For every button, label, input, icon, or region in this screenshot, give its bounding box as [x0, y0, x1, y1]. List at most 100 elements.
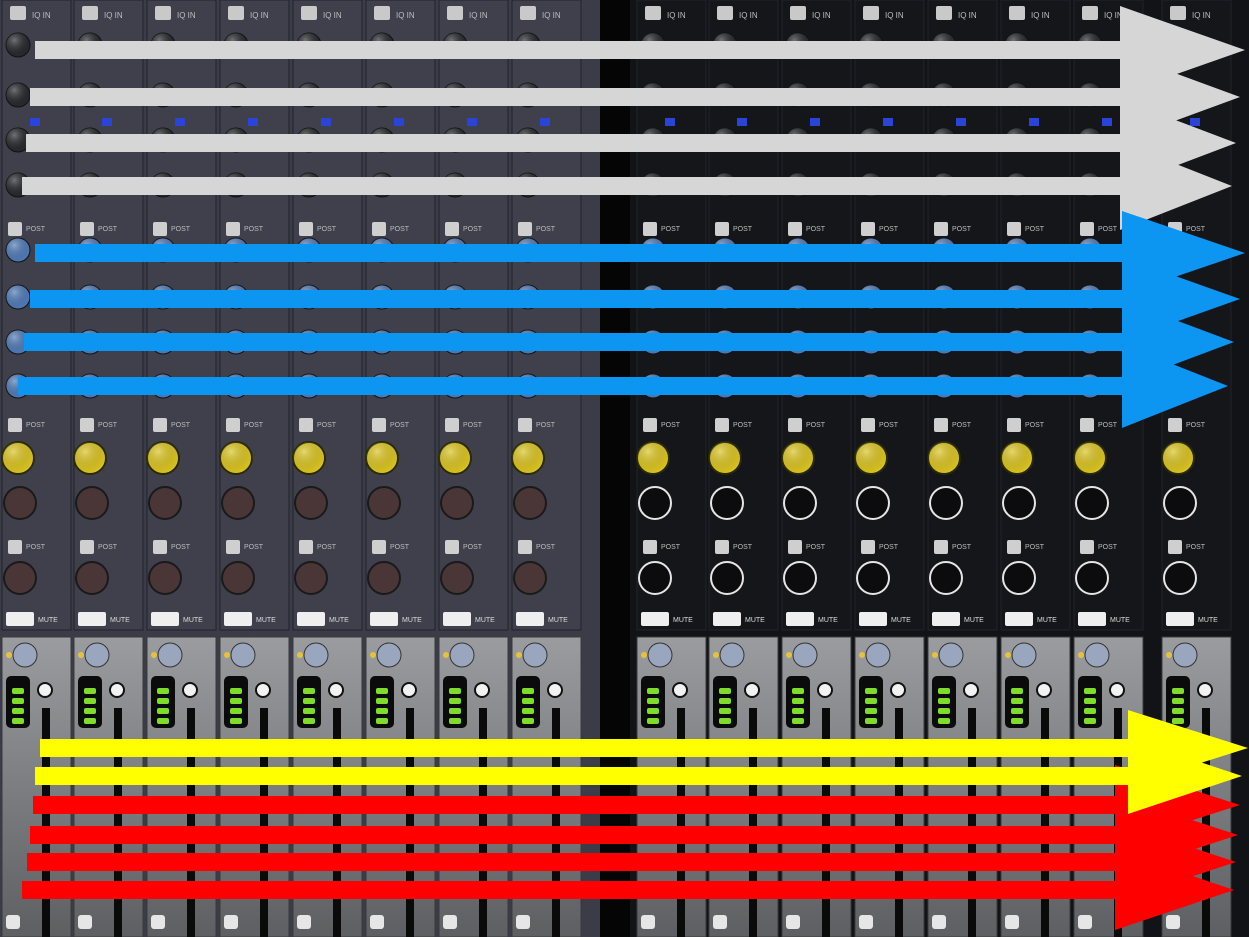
iq-in-button	[1009, 6, 1025, 20]
pre-eq-led	[810, 118, 820, 126]
meter-led	[230, 698, 242, 704]
meter-led	[647, 698, 659, 704]
strip-label: IQ IN	[958, 11, 977, 20]
mute-button	[1005, 612, 1033, 626]
bottom-button	[932, 915, 946, 929]
meter-led	[449, 708, 461, 714]
post-pre-switch	[1007, 540, 1021, 554]
meter-led	[376, 718, 388, 724]
post-pre-switch	[226, 540, 240, 554]
strip-label: IQ IN	[250, 11, 269, 20]
post-label: POST	[733, 226, 753, 233]
strip-label: IQ IN	[1192, 11, 1211, 20]
post-pre-switch	[643, 418, 657, 432]
knob-highlight	[1074, 442, 1106, 474]
pan-knob-2	[294, 561, 328, 595]
post-label: POST	[1025, 544, 1045, 551]
pfl-led	[1078, 652, 1084, 658]
pfl-knob	[938, 642, 964, 668]
knob-highlight	[366, 442, 398, 474]
post-label: POST	[1186, 422, 1206, 429]
knob-highlight	[439, 442, 471, 474]
meter-led	[719, 718, 731, 724]
pfl-led	[932, 652, 938, 658]
meter-led	[719, 698, 731, 704]
post-label: POST	[26, 422, 46, 429]
post-label: POST	[1098, 422, 1118, 429]
meter-led	[938, 708, 950, 714]
meter-led	[157, 698, 169, 704]
post-label: POST	[1098, 226, 1118, 233]
knob-highlight	[6, 238, 30, 262]
pfl-led	[713, 652, 719, 658]
solo-button	[255, 682, 271, 698]
solo-button	[401, 682, 417, 698]
pfl-knob	[1084, 642, 1110, 668]
meter-led	[938, 718, 950, 724]
post-pre-switch	[299, 540, 313, 554]
meter-led	[1011, 698, 1023, 704]
post-label: POST	[26, 226, 46, 233]
mute-button	[1078, 612, 1106, 626]
meter-led	[522, 698, 534, 704]
iq-in-button	[645, 6, 661, 20]
meter-led	[792, 698, 804, 704]
pan-knob	[710, 486, 744, 520]
post-pre-switch	[372, 418, 386, 432]
iq-in-button	[717, 6, 733, 20]
pan-knob	[148, 486, 182, 520]
pfl-knob	[449, 642, 475, 668]
post-pre-switch	[934, 418, 948, 432]
bottom-button	[370, 915, 384, 929]
solo-button	[182, 682, 198, 698]
meter-led	[792, 718, 804, 724]
post-pre-switch	[80, 540, 94, 554]
post-label: POST	[317, 422, 337, 429]
post-pre-switch	[153, 418, 167, 432]
strip-label: IQ IN	[104, 11, 123, 20]
strip-label: IQ IN	[32, 11, 51, 20]
post-label: POST	[733, 544, 753, 551]
pan-knob-2	[783, 561, 817, 595]
meter-led	[1084, 718, 1096, 724]
pfl-led	[786, 652, 792, 658]
post-pre-switch	[934, 222, 948, 236]
iq-in-button	[228, 6, 244, 20]
pre-eq-led	[102, 118, 112, 126]
post-pre-switch	[861, 222, 875, 236]
meter-led	[647, 688, 659, 694]
pre-eq-led	[248, 118, 258, 126]
mute-button	[932, 612, 960, 626]
post-pre-switch	[445, 418, 459, 432]
post-pre-switch	[226, 418, 240, 432]
pan-knob	[1163, 486, 1197, 520]
bottom-button	[1005, 915, 1019, 929]
post-pre-switch	[788, 540, 802, 554]
post-pre-switch	[1080, 222, 1094, 236]
iq-in-button	[301, 6, 317, 20]
post-label: POST	[171, 422, 191, 429]
pan-knob	[856, 486, 890, 520]
mute-label: MUTE	[110, 617, 130, 624]
meter-led	[1172, 688, 1184, 694]
meter-led	[449, 688, 461, 694]
iq-in-button	[374, 6, 390, 20]
pre-eq-led	[1029, 118, 1039, 126]
mute-label: MUTE	[891, 617, 911, 624]
pan-knob-2	[1002, 561, 1036, 595]
solo-button	[963, 682, 979, 698]
pfl-led	[6, 652, 12, 658]
post-pre-switch	[643, 540, 657, 554]
post-pre-switch	[1168, 540, 1182, 554]
solo-button	[474, 682, 490, 698]
post-label: POST	[952, 544, 972, 551]
pre-eq-led	[394, 118, 404, 126]
pan-knob	[1002, 486, 1036, 520]
strip-label: IQ IN	[323, 11, 342, 20]
mute-button	[224, 612, 252, 626]
pan-knob-2	[367, 561, 401, 595]
iq-in-button	[10, 6, 26, 20]
post-pre-switch	[788, 418, 802, 432]
pan-knob	[367, 486, 401, 520]
meter-led	[522, 708, 534, 714]
